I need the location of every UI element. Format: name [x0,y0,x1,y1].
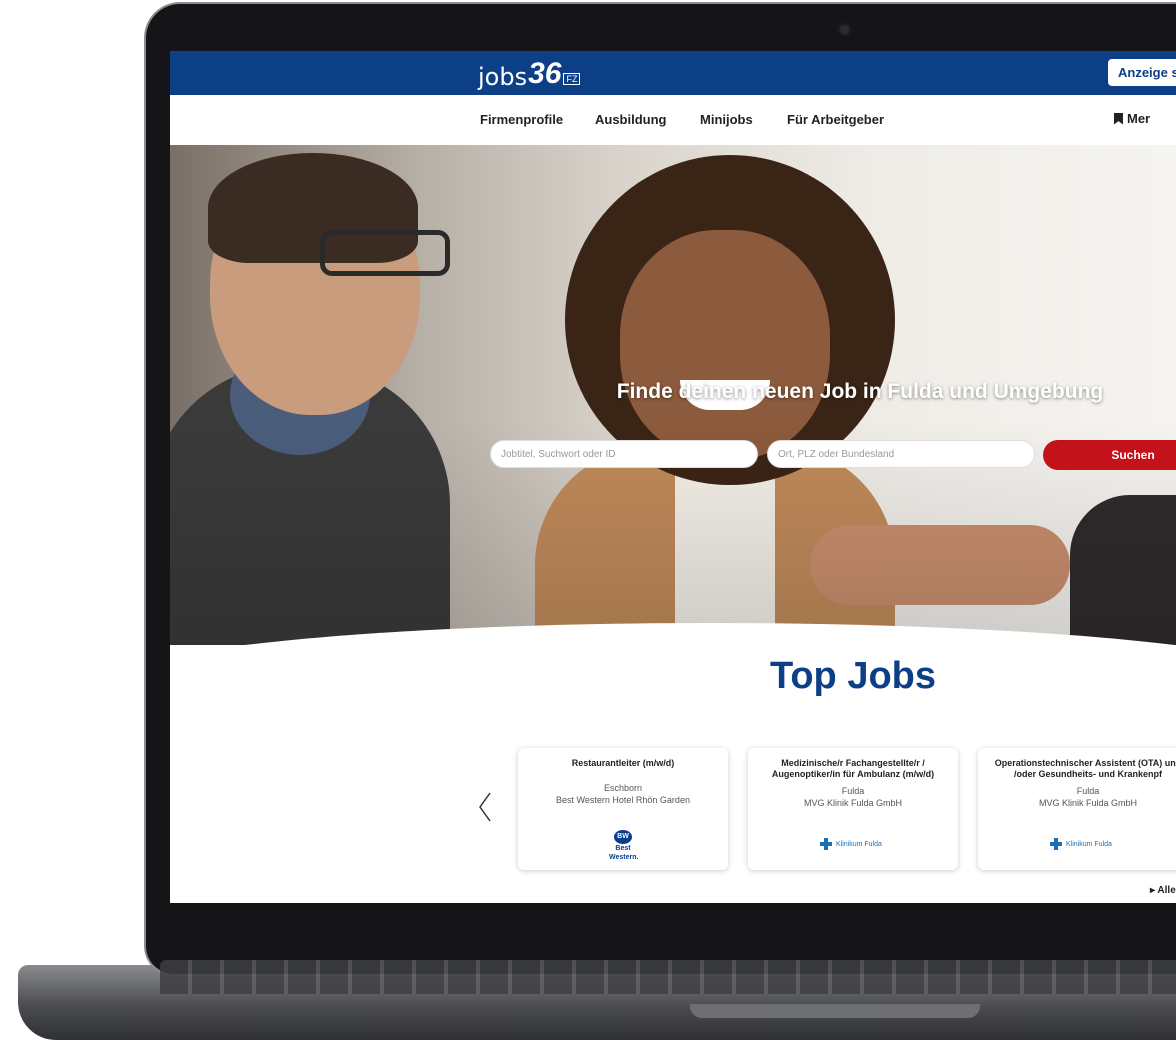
nav-ausbildung[interactable]: Ausbildung [595,112,667,127]
job-title: Medizinische/r Fachangestellte/r / Augen… [771,758,935,779]
logo-number: 36 [528,57,562,90]
logo-badge: FZ [563,73,581,85]
best-western-logo-text: Best [615,845,631,852]
klinikum-fulda-logo: Klinikum Fulda [1050,838,1112,850]
top-jobs-heading: Top Jobs [769,655,937,697]
bookmark-icon [1114,112,1123,125]
job-card[interactable]: Operationstechnischer Assistent (OTA) un… [978,748,1176,870]
cross-icon [820,838,832,850]
job-location: Fulda [841,786,865,796]
laptop-screen: jobs 36 FZ Anzeige s Firmenprofile Ausbi… [170,51,1176,903]
job-location: Fulda [1076,786,1100,796]
camera-icon [840,25,849,34]
post-ad-button[interactable]: Anzeige s [1108,59,1176,86]
best-western-logo: BW Best Western. [609,830,639,866]
klinikum-fulda-logo: Klinikum Fulda [820,838,882,850]
klinikum-fulda-logo-text: Klinikum Fulda [1066,840,1112,848]
best-western-logo-text: Western. [609,854,639,861]
job-title: Operationstechnischer Assistent (OTA) un… [994,758,1176,779]
best-western-logo-icon: BW [614,830,632,844]
hero-image: Finde deinen neuen Job in Fulda und Umge… [170,145,1176,645]
jobs36-logo[interactable]: jobs 36 FZ [478,57,581,91]
job-card[interactable]: Restaurantleiter (m/w/d) Eschborn Best W… [518,748,728,870]
job-company: Best Western Hotel Rhön Garden [556,795,690,805]
job-company: MVG Klinik Fulda GmbH [1038,798,1138,808]
chevron-left-icon[interactable] [478,791,492,828]
top-bar: jobs 36 FZ Anzeige s [170,51,1176,95]
nav-minijobs[interactable]: Minijobs [700,112,753,127]
nav-firmenprofile[interactable]: Firmenprofile [480,112,563,127]
job-card[interactable]: Medizinische/r Fachangestellte/r / Augen… [748,748,958,870]
location-search-input[interactable]: Ort, PLZ oder Bundesland [767,440,1035,468]
logo-text: jobs [478,63,528,91]
bookmark-label: Mer [1127,111,1151,126]
nav-fuer-arbeitgeber[interactable]: Für Arbeitgeber [787,112,884,127]
search-button[interactable]: Suchen [1043,440,1176,470]
klinikum-fulda-logo-text: Klinikum Fulda [836,840,882,848]
keyboard [160,960,1176,994]
bookmark-link[interactable]: Mer [1114,111,1150,126]
main-nav: Firmenprofile Ausbildung Minijobs Für Ar… [170,95,1176,146]
keyword-search-input[interactable]: Jobtitel, Suchwort oder ID [490,440,758,468]
all-jobs-link[interactable]: ▸ Alle [1150,885,1176,896]
cross-icon [1050,838,1062,850]
job-company: MVG Klinik Fulda GmbH [803,798,903,808]
job-title: Restaurantleiter (m/w/d) [571,758,675,768]
laptop-base-notch [690,1004,980,1018]
hero-title: Finde deinen neuen Job in Fulda und Umge… [616,380,1104,403]
job-location: Eschborn [603,783,643,793]
